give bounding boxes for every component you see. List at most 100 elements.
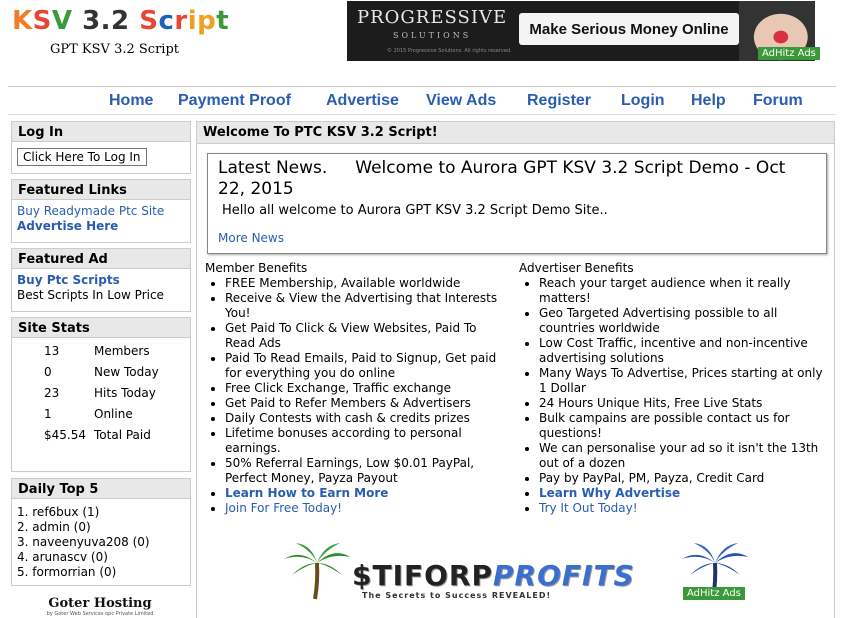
benefit-item: Low Cost Traffic, incentive and non-ince…: [539, 336, 824, 366]
daily-top-item: 1. ref6bux (1): [17, 505, 100, 519]
benefit-item: Receive & View the Advertising that Inte…: [225, 291, 510, 321]
benefit-item: Pay by PayPal, PM, Payza, Credit Card: [539, 471, 824, 486]
featured-links-box: Featured Links Buy Readymade Ptc Site Ad…: [11, 179, 191, 243]
featured-ad-box: Featured Ad Buy Ptc Scripts Best Scripts…: [11, 248, 191, 312]
news-heading: Latest News.: [218, 158, 328, 178]
stat-row: 1 Online: [44, 407, 190, 428]
daily-top-title: Daily Top 5: [12, 479, 190, 499]
advertiser-benefits-title: Advertiser Benefits: [519, 261, 634, 275]
palm-tree-icon: [284, 543, 350, 600]
benefit-item: Get Paid to Refer Members & Advertisers: [225, 396, 510, 411]
banner-copyright: © 2015 Progressive Solutions. All rights…: [387, 48, 512, 54]
nav-payment-proof[interactable]: Payment Proof: [178, 92, 291, 110]
banner-cta: Make Serious Money Online: [519, 13, 739, 45]
benefit-item: Lifetime bonuses according to personal e…: [225, 426, 510, 456]
advertiser-benefits: Advertiser Benefits Reach your target au…: [519, 261, 824, 516]
daily-top-item: 2. admin (0): [17, 520, 91, 534]
banner-brand: PROGRESSIVE: [357, 7, 508, 28]
logo-letter: S: [139, 6, 159, 36]
benefit-item: Get Paid To Click & View Websites, Paid …: [225, 321, 510, 351]
member-benefits-title: Member Benefits: [205, 261, 308, 275]
daily-top-item: 5. formorrian (0): [17, 565, 117, 579]
logo-letter: V: [51, 6, 73, 36]
benefit-item: Geo Targeted Advertising possible to all…: [539, 306, 824, 336]
stat-value: 13: [44, 344, 60, 358]
nav-home[interactable]: Home: [109, 92, 153, 110]
stat-label: New Today: [94, 365, 159, 379]
logo-letter: K: [12, 6, 33, 36]
site-stats-box: Site Stats 13 Members 0 New Today 23 Hits T…: [11, 317, 191, 472]
try-it-link[interactable]: Try It Out Today!: [539, 501, 638, 515]
daily-top-item: 3. naveenyuva208 (0): [17, 535, 150, 549]
stat-label: Hits Today: [94, 386, 156, 400]
banner-word: $TIFORP: [352, 559, 494, 592]
benefit-item: Bulk campains are possible contact us fo…: [539, 411, 824, 441]
goter-hosting-sub: by Goter Web Services opc Private Limite…: [46, 611, 154, 617]
featured-links-title: Featured Links: [12, 180, 190, 200]
learn-earn-link[interactable]: Learn How to Earn More: [225, 486, 388, 500]
logo-letter: S: [32, 6, 52, 36]
top-ad-banner[interactable]: PROGRESSIVE SOLUTIONS © 2015 Progressive…: [347, 1, 815, 61]
banner-sub: SOLUTIONS: [393, 31, 472, 40]
stat-value: $45.54: [44, 428, 86, 442]
latest-news-box: Latest News. Welcome to Aurora GPT KSV 3.…: [207, 153, 827, 254]
benefit-item: We can personalise your ad so it isn't t…: [539, 441, 824, 471]
nav-divider: [8, 86, 836, 87]
benefit-item: 50% Referral Earnings, Low $0.01 PayPal,…: [225, 456, 510, 486]
logo-letter: ip: [187, 6, 217, 36]
login-box: Log In Click Here To Log In: [11, 121, 191, 174]
stat-row: 0 New Today: [44, 365, 190, 386]
join-free-link[interactable]: Join For Free Today!: [225, 501, 342, 515]
site-logo[interactable]: KSV 3.2 Script: [12, 6, 229, 36]
stat-value: 0: [44, 365, 52, 379]
nav-login[interactable]: Login: [621, 92, 665, 110]
daily-top-box: Daily Top 5 1. ref6bux (1) 2. admin (0) …: [11, 478, 191, 586]
benefit-item: Many Ways To Advertise, Prices starting …: [539, 366, 824, 396]
nav-advertise[interactable]: Advertise: [326, 92, 399, 110]
logo-letter: c: [158, 6, 175, 36]
stat-label: Total Paid: [94, 428, 151, 442]
benefit-item: Reach your target audience when it reall…: [539, 276, 824, 306]
more-news-link[interactable]: More News: [218, 231, 284, 245]
benefit-item: Free Click Exchange, Traffic exchange: [225, 381, 510, 396]
member-benefits: Member Benefits FREE Membership, Availab…: [205, 261, 510, 516]
nav-help[interactable]: Help: [691, 92, 726, 110]
stat-row: $45.54 Total Paid: [44, 428, 190, 449]
banner-tagline: The Secrets to Success REVEALED!: [362, 591, 552, 600]
main-nav: Home Payment Proof Advertise View Ads Re…: [0, 92, 846, 112]
stat-row: 23 Hits Today: [44, 386, 190, 407]
banner-word: PROFITS: [493, 559, 635, 592]
adhitz-badge[interactable]: AdHitz Ads: [758, 47, 820, 60]
featured-ad-link[interactable]: Buy Ptc Scripts: [17, 273, 120, 287]
adhitz-badge[interactable]: AdHitz Ads: [683, 587, 745, 600]
benefit-item: Paid To Read Emails, Paid to Signup, Get…: [225, 351, 510, 381]
nav-forum[interactable]: Forum: [753, 92, 803, 110]
logo-version: 3.2: [82, 6, 130, 36]
featured-link-advertise[interactable]: Advertise Here: [17, 219, 118, 233]
stat-label: Online: [94, 407, 133, 421]
featured-ad-title: Featured Ad: [12, 249, 190, 269]
stat-value: 1: [44, 407, 52, 421]
bottom-ad-banner[interactable]: $TIFORPPROFITS The Secrets to Success RE…: [282, 541, 750, 601]
logo-letter: r: [174, 6, 188, 36]
goter-hosting-banner[interactable]: Goter Hosting by Goter Web Services opc …: [10, 596, 190, 618]
nav-divider: [8, 114, 836, 115]
stat-row: 13 Members: [44, 344, 190, 365]
stat-label: Members: [94, 344, 150, 358]
main-title: Welcome To PTC KSV 3.2 Script!: [197, 122, 834, 144]
stat-value: 23: [44, 386, 60, 400]
login-button[interactable]: Click Here To Log In: [17, 148, 147, 166]
site-tagline: GPT KSV 3.2 Script: [50, 42, 179, 57]
banner-logo-text: $TIFORPPROFITS: [352, 559, 635, 592]
benefit-item: Daily Contests with cash & credits prize…: [225, 411, 510, 426]
featured-ad-desc: Best Scripts In Low Price: [17, 288, 164, 302]
login-box-title: Log In: [12, 122, 190, 142]
goter-hosting-name: Goter Hosting: [48, 596, 152, 611]
featured-link-buy-site[interactable]: Buy Readymade Ptc Site: [17, 204, 164, 218]
nav-view-ads[interactable]: View Ads: [426, 92, 496, 110]
logo-letter: t: [216, 6, 230, 36]
daily-top-item: 4. arunascv (0): [17, 550, 108, 564]
nav-register[interactable]: Register: [527, 92, 591, 110]
learn-advertise-link[interactable]: Learn Why Advertise: [539, 486, 680, 500]
benefit-item: FREE Membership, Available worldwide: [225, 276, 510, 291]
